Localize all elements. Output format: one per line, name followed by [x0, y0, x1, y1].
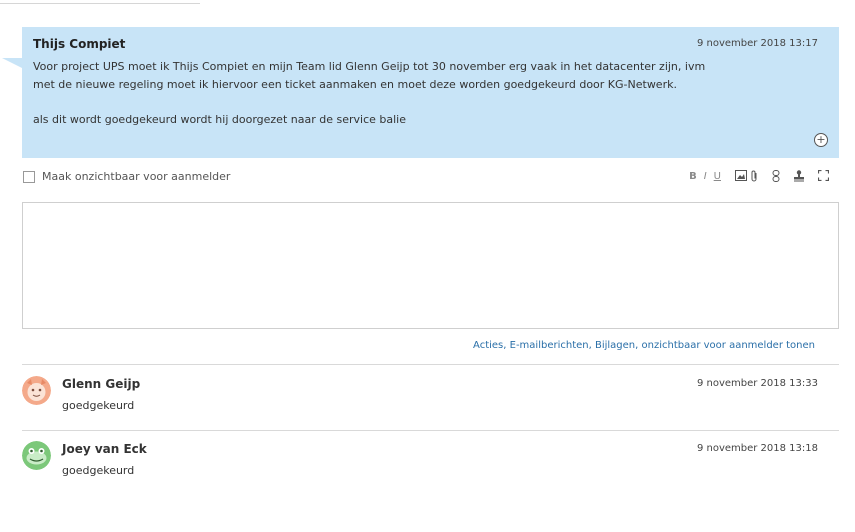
reply-date: 9 november 2018 13:33: [696, 378, 818, 389]
reply-author: Joey van Eck: [62, 442, 147, 456]
fullscreen-icon[interactable]: [817, 169, 830, 187]
link-icon[interactable]: [772, 170, 780, 187]
message-date: 9 november 2018 13:17: [696, 38, 818, 49]
request-message: Thijs Compiet 9 november 2018 13:17 Voor…: [2, 27, 839, 158]
italic-icon[interactable]: I: [704, 170, 707, 187]
message-author: Thijs Compiet: [33, 37, 126, 51]
bold-icon[interactable]: B: [689, 170, 697, 187]
underline-icon[interactable]: U: [714, 170, 721, 187]
reply-author: Glenn Geijp: [62, 377, 141, 391]
speech-bubble-tail: [2, 58, 22, 78]
divider: [22, 364, 839, 365]
image-icon[interactable]: [735, 170, 747, 187]
message-body: Voor project UPS moet ik Thijs Compiet e…: [33, 58, 723, 129]
avatar: [22, 376, 51, 405]
message-line: met de nieuwe regeling moet ik hiervoor …: [33, 78, 677, 91]
hide-from-requester-checkbox[interactable]: [23, 171, 35, 183]
reply-date: 9 november 2018 13:18: [696, 443, 818, 454]
formatting-toolbar: B I U: [679, 169, 830, 187]
message-line: als dit wordt goedgekeurd wordt hij door…: [33, 113, 406, 126]
top-divider: [0, 3, 200, 4]
reply-text: goedgekeurd: [62, 399, 135, 412]
message-line: Voor project UPS moet ik Thijs Compiet e…: [33, 60, 706, 73]
attachment-icon[interactable]: [750, 170, 758, 187]
hide-from-requester-label[interactable]: Maak onzichtbaar voor aanmelder: [42, 170, 230, 183]
reply-item: Glenn Geijp 9 november 2018 13:33 goedge…: [22, 366, 839, 426]
expand-plus-icon[interactable]: +: [814, 133, 828, 147]
reply-text: goedgekeurd: [62, 464, 135, 477]
avatar: [22, 441, 51, 470]
reply-item: Joey van Eck 9 november 2018 13:18 goedg…: [22, 431, 839, 491]
stamp-icon[interactable]: [793, 170, 805, 187]
reply-editor[interactable]: [22, 202, 839, 329]
editor-toolbar-row: Maak onzichtbaar voor aanmelder B I U: [22, 168, 839, 188]
show-filters-link[interactable]: Acties, E-mailberichten, Bijlagen, onzic…: [473, 340, 815, 351]
